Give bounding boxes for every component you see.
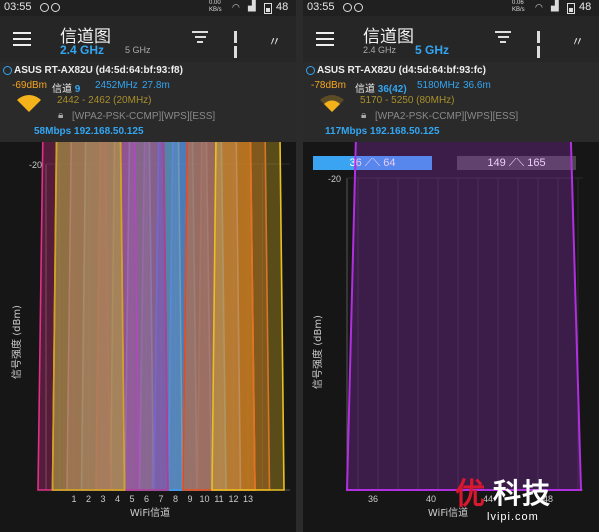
watermark-url: lvipi.com bbox=[487, 511, 539, 523]
network-shape bbox=[51, 142, 126, 491]
screen-5ghz: 03:55 0.06 KB/s ◠ ▟ 48 信道图 2.4 GHz 5 GHz… bbox=[303, 0, 599, 532]
y-tick-label: -20 bbox=[29, 160, 42, 170]
pause-icon[interactable] bbox=[537, 31, 547, 58]
notification-icons bbox=[40, 3, 70, 13]
x-tick-label: 7 bbox=[158, 494, 163, 504]
x-tick-label: 13 bbox=[243, 494, 253, 504]
frequency-range: 2442 - 2462 (20MHz) bbox=[57, 95, 152, 106]
security: [WPA2-PSK-CCMP][WPS][ESS] bbox=[72, 111, 216, 122]
wifi-status-icon: ◠ bbox=[535, 2, 543, 12]
x-tick-label: 4 bbox=[115, 494, 120, 504]
net-speed: 0.06 KB/s bbox=[512, 0, 525, 13]
x-tick-label: 36 bbox=[368, 494, 378, 504]
rssi: -78dBm bbox=[311, 80, 347, 91]
distance: 27.8m bbox=[142, 80, 170, 91]
filter-icon[interactable] bbox=[192, 31, 208, 43]
network-shape bbox=[211, 142, 285, 491]
screen-24ghz: 03:55 0.00 KB/s ◠ ▟ 48 信道图 2.4 GHz 5 GHz… bbox=[0, 0, 296, 532]
y-axis-label: 信号强度 (dBm) bbox=[311, 315, 324, 389]
x-tick-label: 6 bbox=[144, 494, 149, 504]
link-speed-ip: 117Mbps 192.168.50.125 bbox=[325, 126, 440, 137]
status-bar: 03:55 0.00 KB/s ◠ ▟ 48 bbox=[0, 0, 296, 16]
x-tick-label: 9 bbox=[187, 494, 192, 504]
watermark-logo-text: 科技 bbox=[493, 477, 552, 510]
y-axis-label: 信号强度 (dBm) bbox=[10, 305, 23, 379]
channel-chart: -20-30-40-50-60-70-80-901234567891011121… bbox=[0, 142, 296, 532]
scan-toggle-icon[interactable]: 〃 bbox=[268, 31, 281, 50]
app-toolbar: 信道图 2.4 GHz 5 GHz 〃 bbox=[303, 16, 599, 62]
connection-info[interactable]: ASUS RT-AX82U (d4:5d:64:bf:93:f8) -69dBm… bbox=[0, 62, 296, 142]
y-tick-label: -20 bbox=[328, 174, 341, 184]
wifi-strength-icon bbox=[320, 95, 344, 112]
x-axis-label: WiFi信道 bbox=[130, 506, 170, 519]
net-speed: 0.00 KB/s bbox=[209, 0, 222, 13]
status-time: 03:55 bbox=[307, 1, 335, 13]
tab-24ghz[interactable]: 2.4 GHz bbox=[363, 45, 396, 55]
channel-chart: 36 ⟋⟍ 64 149 ⟋⟍ 165 -20-30-40-50-60-70-8… bbox=[303, 142, 599, 532]
security: [WPA2-PSK-CCMP][WPS][ESS] bbox=[375, 111, 519, 122]
scan-toggle-icon[interactable]: 〃 bbox=[571, 31, 584, 50]
rssi: -69dBm bbox=[12, 80, 48, 91]
menu-icon[interactable] bbox=[13, 32, 31, 46]
tab-5ghz[interactable]: 5 GHz bbox=[415, 43, 449, 57]
menu-icon[interactable] bbox=[316, 32, 334, 46]
channel: 信道 36(42) bbox=[355, 84, 407, 95]
ssid: ASUS RT-AX82U (d4:5d:64:bf:93:f8) bbox=[14, 65, 183, 76]
status-time: 03:55 bbox=[4, 1, 32, 13]
connection-info[interactable]: ASUS RT-AX82U (d4:5d:64:bf:93:fc) -78dBm… bbox=[303, 62, 599, 142]
frequency: 5180MHz bbox=[417, 80, 460, 91]
pause-icon[interactable] bbox=[234, 31, 244, 58]
x-tick-label: 1 bbox=[71, 494, 76, 504]
link-speed-ip: 58Mbps 192.168.50.125 bbox=[34, 126, 144, 137]
lock-icon: 🔒︎ bbox=[361, 110, 367, 121]
frequency: 2452MHz bbox=[95, 80, 138, 91]
divider bbox=[296, 0, 303, 532]
tab-5ghz[interactable]: 5 GHz bbox=[125, 45, 151, 55]
x-tick-label: 11 bbox=[214, 494, 223, 504]
distance: 36.6m bbox=[463, 80, 491, 91]
connected-icon bbox=[306, 66, 315, 75]
x-tick-label: 40 bbox=[426, 494, 436, 504]
battery-icon bbox=[567, 3, 575, 14]
lock-icon: 🔒︎ bbox=[58, 110, 64, 121]
notification-icons bbox=[343, 3, 373, 13]
app-toolbar: 信道图 2.4 GHz 5 GHz 〃 bbox=[0, 16, 296, 62]
battery-percent: 48 bbox=[579, 1, 592, 13]
channel: 信道 9 bbox=[52, 84, 81, 95]
network-shape bbox=[345, 142, 583, 491]
battery-icon bbox=[264, 3, 272, 14]
x-tick-label: 3 bbox=[100, 494, 105, 504]
frequency-range: 5170 - 5250 (80MHz) bbox=[360, 95, 455, 106]
filter-icon[interactable] bbox=[495, 31, 511, 43]
channel-graph-5: -20-30-40-50-60-70-80-9036404448WiFi信道信号… bbox=[311, 142, 583, 519]
channel-graph-24: -20-30-40-50-60-70-80-901234567891011121… bbox=[10, 142, 290, 519]
signal-icon: ▟ bbox=[551, 1, 559, 12]
watermark-logo-mark: 优 bbox=[455, 477, 485, 512]
wifi-status-icon: ◠ bbox=[232, 2, 240, 12]
status-bar: 03:55 0.06 KB/s ◠ ▟ 48 bbox=[303, 0, 599, 16]
x-tick-label: 12 bbox=[228, 494, 238, 504]
signal-icon: ▟ bbox=[248, 1, 256, 12]
wifi-strength-icon bbox=[17, 95, 41, 112]
page-title: 信道图 bbox=[363, 27, 414, 46]
x-tick-label: 5 bbox=[129, 494, 134, 504]
ssid: ASUS RT-AX82U (d4:5d:64:bf:93:fc) bbox=[317, 65, 486, 76]
battery-percent: 48 bbox=[276, 1, 289, 13]
x-tick-label: 8 bbox=[173, 494, 178, 504]
x-tick-label: 2 bbox=[86, 494, 91, 504]
x-tick-label: 10 bbox=[199, 494, 209, 504]
tab-24ghz[interactable]: 2.4 GHz bbox=[60, 43, 104, 57]
connected-icon bbox=[3, 66, 12, 75]
